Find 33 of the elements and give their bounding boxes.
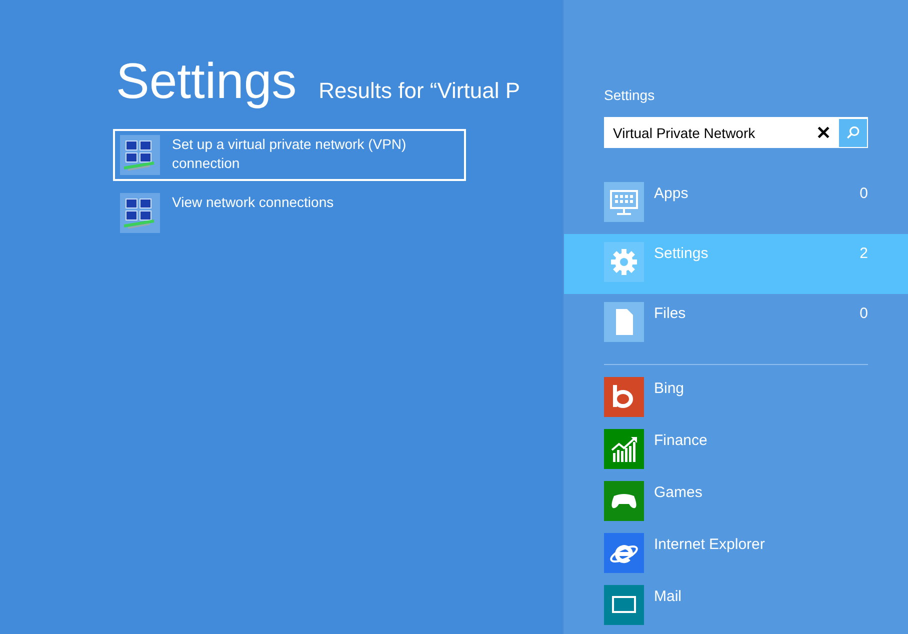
rising-chart-icon xyxy=(604,429,644,469)
search-button[interactable] xyxy=(839,118,867,146)
category-item[interactable]: Settings 2 xyxy=(564,234,908,294)
category-item[interactable]: Files 0 xyxy=(564,294,908,354)
envelope-icon xyxy=(604,585,644,625)
document-icon xyxy=(604,302,644,342)
category-item[interactable]: Apps 0 xyxy=(564,174,908,234)
search-field[interactable]: Virtual Private Network ✕ xyxy=(604,117,868,148)
app-item[interactable]: Finance xyxy=(564,429,908,481)
result-count: 0 xyxy=(860,304,868,324)
letter-b-logo-icon xyxy=(604,377,644,417)
app-item[interactable]: Games xyxy=(564,481,908,533)
network-computers-icon xyxy=(120,193,160,233)
app-item[interactable]: Mail xyxy=(564,585,908,634)
category-label: Apps xyxy=(654,184,690,204)
result-count: 2 xyxy=(860,244,868,264)
app-item[interactable]: Internet Explorer xyxy=(564,533,908,585)
pane-title: Settings xyxy=(604,86,656,104)
results-title: Results for “Virtual P xyxy=(318,78,520,104)
page-heading: Settings xyxy=(116,52,297,111)
search-result[interactable]: View network connections xyxy=(113,187,466,239)
network-computers-icon xyxy=(120,135,160,175)
monitor-keyboard-icon xyxy=(604,182,644,222)
clear-button[interactable]: ✕ xyxy=(808,122,839,144)
app-item[interactable]: Bing xyxy=(564,377,908,429)
globe-ring-logo-icon xyxy=(604,533,644,573)
result-count: 0 xyxy=(860,184,868,204)
game-controller-icon xyxy=(604,481,644,521)
settings-icon xyxy=(604,242,644,282)
category-label: Files xyxy=(654,304,687,324)
category-label: Settings xyxy=(654,244,710,264)
search-result[interactable]: Set up a virtual private network (VPN) connection xyxy=(113,129,466,181)
search-icon xyxy=(844,124,862,142)
